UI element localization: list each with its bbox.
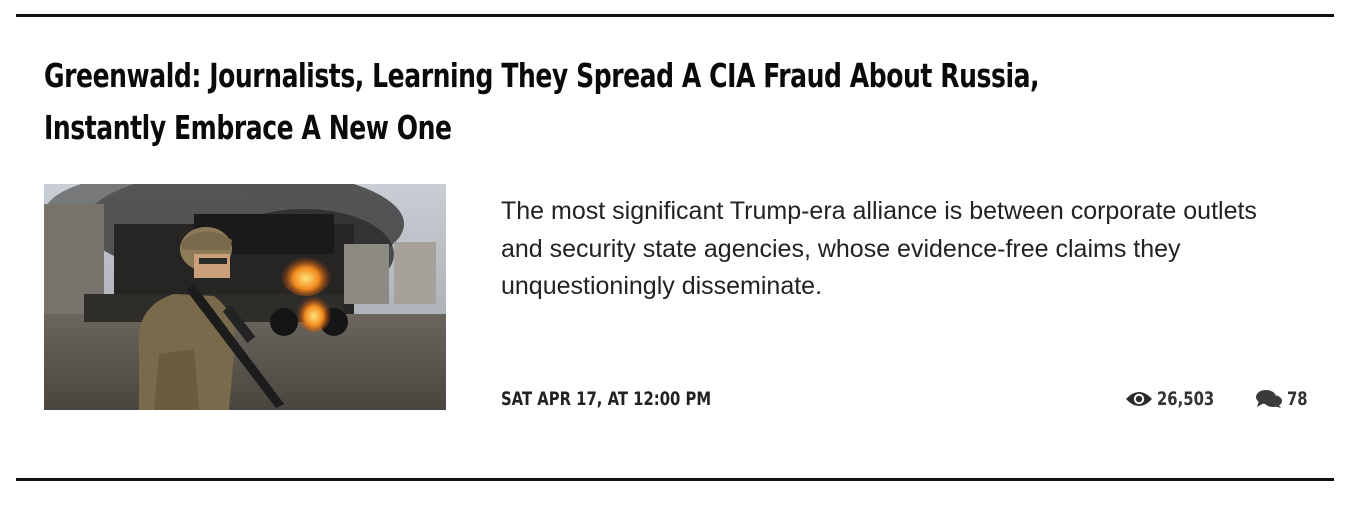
article-title-line-2[interactable]: Instantly Embrace A New One — [44, 108, 452, 147]
eye-icon — [1125, 389, 1153, 409]
comments-value: 78 — [1287, 388, 1308, 410]
bottom-divider — [16, 478, 1334, 481]
top-divider — [16, 14, 1334, 17]
soldier-photo — [44, 184, 446, 410]
article-thumbnail[interactable] — [44, 184, 446, 410]
views-count: 26,503 — [1125, 386, 1230, 412]
article-title[interactable]: Greenwald: Journalists, Learning They Sp… — [44, 50, 1275, 154]
views-value: 26,503 — [1157, 388, 1215, 410]
article-excerpt: The most significant Trump-era alliance … — [501, 197, 1257, 300]
article-date: SAT APR 17, AT 12:00 PM — [501, 388, 712, 410]
article-title-line-1[interactable]: Greenwald: Journalists, Learning They Sp… — [44, 56, 1040, 95]
comments-icon — [1255, 389, 1283, 409]
comments-count[interactable]: 78 — [1255, 386, 1313, 412]
